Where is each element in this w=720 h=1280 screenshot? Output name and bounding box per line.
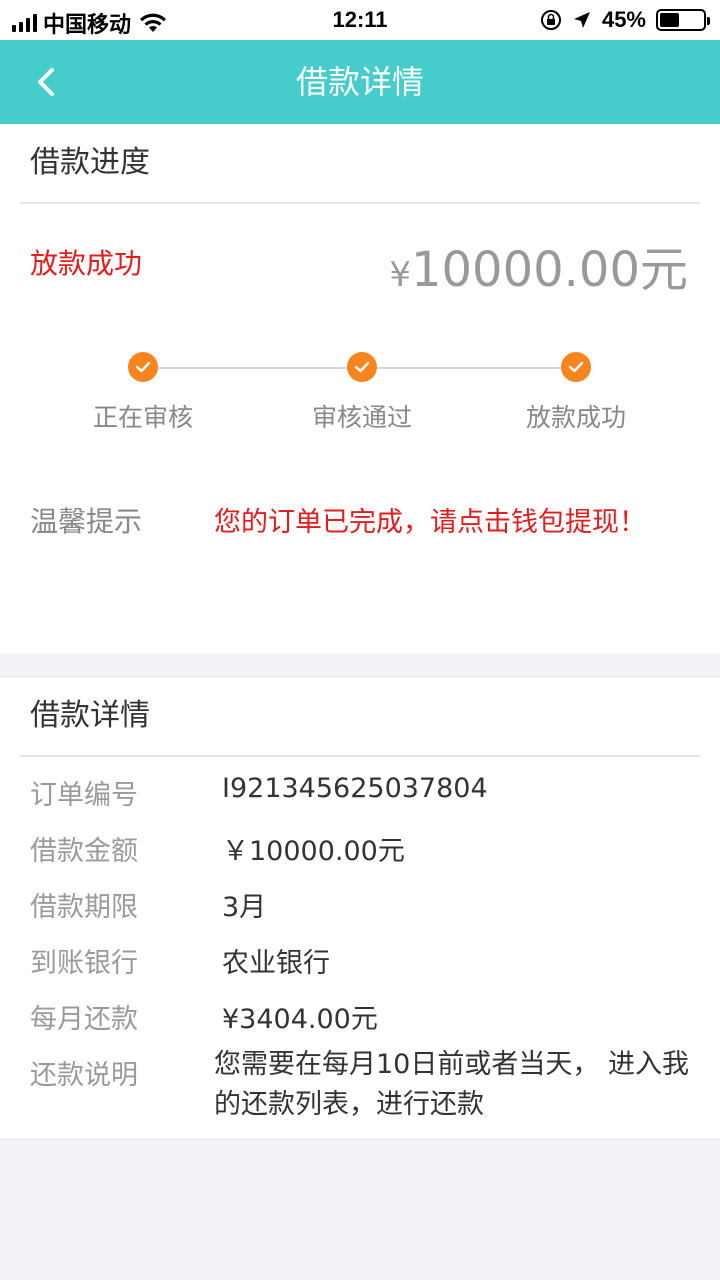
detail-row-repayment-note: 还款说明 您需要在每月10日前或者当天， 进入我的还款列表，进行还款 (0, 1045, 720, 1141)
tip-label: 温馨提示 (30, 505, 143, 538)
details-card: 借款详情 订单编号 I921345625037804 借款金额 ￥10000.0… (0, 676, 720, 1140)
details-header: 借款详情 (20, 677, 700, 757)
check-icon (561, 352, 591, 382)
detail-label: 还款说明 (30, 1060, 138, 1091)
detail-row-monthly-payment: 每月还款 ¥3404.00元 (0, 989, 720, 1045)
orientation-lock-icon (540, 10, 561, 30)
step-label: 审核通过 (311, 403, 412, 432)
progress-card: 借款进度 放款成功 ¥10000.00元 正在审核 审核通过 放款成功 温馨提示… (0, 124, 720, 654)
page-title: 借款详情 (295, 63, 424, 101)
detail-value: ￥10000.00元 (222, 836, 405, 867)
battery-icon (656, 9, 710, 31)
progress-header: 借款进度 (20, 124, 700, 204)
detail-value: ¥3404.00元 (222, 1004, 378, 1035)
step-disbursed: 放款成功 (486, 352, 666, 434)
battery-percent: 45% (601, 7, 646, 32)
detail-row-loan-term: 借款期限 3月 (0, 877, 720, 933)
status-bar: 中国移动 12:11 45% (0, 0, 720, 40)
detail-row-loan-amount: 借款金额 ￥10000.00元 (0, 821, 720, 877)
progress-steps: 正在审核 审核通过 放款成功 (0, 352, 720, 442)
nav-bar: 借款详情 (0, 40, 720, 124)
loan-status: 放款成功 (30, 247, 143, 280)
check-icon (347, 352, 377, 382)
detail-value: 3月 (222, 892, 267, 923)
step-reviewing: 正在审核 (53, 352, 233, 434)
detail-label: 订单编号 (30, 780, 138, 811)
detail-value: I921345625037804 (222, 773, 488, 804)
detail-label: 每月还款 (30, 1004, 138, 1035)
loan-amount: ¥10000.00元 (389, 230, 688, 300)
detail-label: 借款金额 (30, 836, 138, 867)
status-right: 45% (540, 7, 710, 33)
details-list: 订单编号 I921345625037804 借款金额 ￥10000.00元 借款… (0, 765, 720, 1141)
detail-row-bank: 到账银行 农业银行 (0, 933, 720, 989)
detail-label: 借款期限 (30, 892, 138, 923)
loan-status-row: 放款成功 ¥10000.00元 (0, 224, 720, 304)
detail-label: 到账银行 (30, 948, 138, 979)
tip-text: 您的订单已完成，请点击钱包提现！ (214, 507, 646, 538)
detail-value: 您需要在每月10日前或者当天， 进入我的还款列表，进行还款 (214, 1049, 689, 1120)
battery-fill (660, 13, 679, 27)
detail-value: 农业银行 (222, 948, 330, 979)
check-icon (128, 352, 158, 382)
loan-amount-value: 10000.00元 (410, 242, 688, 298)
location-icon (573, 12, 590, 28)
step-approved: 审核通过 (272, 352, 452, 434)
detail-row-order-number: 订单编号 I921345625037804 (0, 765, 720, 821)
step-label: 放款成功 (525, 403, 626, 432)
currency-symbol: ¥ (389, 255, 411, 295)
step-label: 正在审核 (92, 403, 193, 432)
